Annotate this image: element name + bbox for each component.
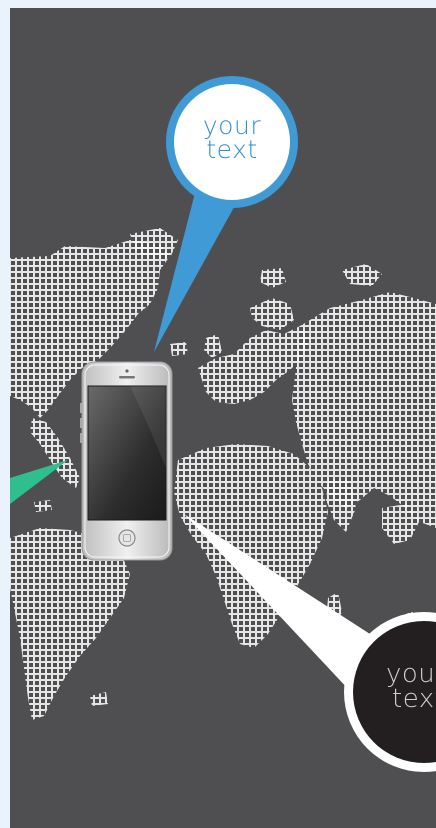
map-siberia-islands bbox=[342, 264, 382, 286]
bottom-callout-text: your text bbox=[386, 659, 436, 714]
top-callout-line2: text bbox=[206, 134, 258, 164]
map-island-caribbean bbox=[34, 500, 52, 512]
infographic-canvas: your text your text bbox=[10, 8, 436, 828]
map-arctic-island bbox=[260, 268, 286, 288]
map-uk bbox=[204, 334, 222, 358]
bottom-callout-line1: your bbox=[386, 659, 436, 689]
top-callout-text: your text bbox=[182, 113, 282, 164]
bottom-callout-line2: text bbox=[392, 683, 436, 714]
map-scandinavia bbox=[250, 298, 294, 330]
map-island-atlantic bbox=[90, 692, 108, 706]
map-island-pacific bbox=[170, 342, 188, 356]
smartphone-icon bbox=[80, 361, 173, 561]
